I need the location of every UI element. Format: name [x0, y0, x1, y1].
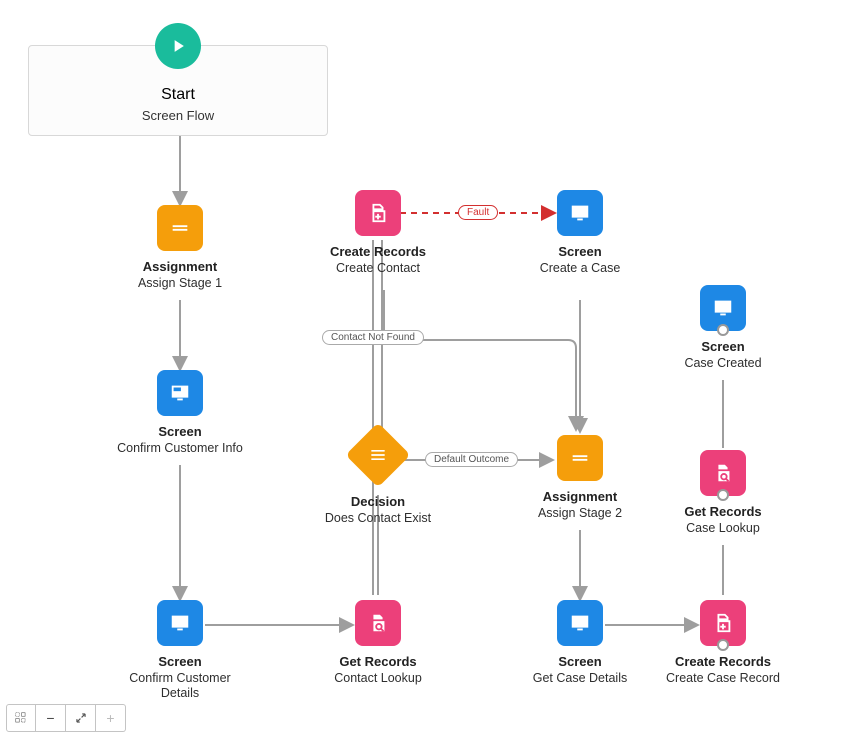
node-subtitle: Create Case Record [658, 671, 788, 686]
node-subtitle: Assign Stage 1 [115, 276, 245, 291]
node-title: Screen [658, 339, 788, 354]
connector-dot[interactable] [717, 489, 729, 501]
screen-icon [157, 370, 203, 416]
node-title: Assignment [115, 259, 245, 274]
flow-canvas[interactable]: Start Screen Flow Assignment Assign Stag… [0, 0, 849, 744]
node-subtitle: Confirm Customer Info [115, 441, 245, 456]
node-subtitle: Contact Lookup [313, 671, 443, 686]
node-title: Screen [115, 654, 245, 669]
node-title: Decision [313, 494, 443, 509]
decision-icon [345, 422, 410, 487]
start-title: Start [37, 86, 319, 104]
fit-icon [74, 711, 88, 725]
node-subtitle: Does Contact Exist [313, 511, 443, 526]
minus-icon: − [46, 710, 54, 726]
start-node[interactable]: Start Screen Flow [28, 45, 328, 136]
node-create-contact[interactable]: Create Records Create Contact [313, 190, 443, 276]
node-screen-get-case[interactable]: Screen Get Case Details [515, 600, 645, 686]
connector-dot[interactable] [717, 639, 729, 651]
node-subtitle: Create Contact [313, 261, 443, 276]
node-title: Screen [515, 654, 645, 669]
node-screen-confirm-details[interactable]: Screen Confirm Customer Details [115, 600, 245, 701]
node-screen-create-case[interactable]: Screen Create a Case [515, 190, 645, 276]
connector-label-default-outcome[interactable]: Default Outcome [425, 452, 518, 467]
screen-icon [557, 190, 603, 236]
connector-label-contact-not-found[interactable]: Contact Not Found [322, 330, 424, 345]
node-title: Get Records [313, 654, 443, 669]
canvas-toolbar: − + [6, 704, 126, 732]
screen-icon [557, 600, 603, 646]
node-subtitle: Case Lookup [658, 521, 788, 536]
node-title: Get Records [658, 504, 788, 519]
select-tool-button[interactable] [6, 704, 36, 732]
zoom-out-button[interactable]: − [36, 704, 66, 732]
node-subtitle: Get Case Details [515, 671, 645, 686]
connector-dot[interactable] [717, 324, 729, 336]
start-subtitle: Screen Flow [37, 108, 319, 123]
fit-to-screen-button[interactable] [66, 704, 96, 732]
assignment-icon [157, 205, 203, 251]
node-subtitle: Create a Case [515, 261, 645, 276]
node-screen-confirm-info[interactable]: Screen Confirm Customer Info [115, 370, 245, 456]
node-subtitle: Assign Stage 2 [515, 506, 645, 521]
node-title: Create Records [313, 244, 443, 259]
get-records-icon [355, 600, 401, 646]
screen-icon [157, 600, 203, 646]
node-title: Create Records [658, 654, 788, 669]
zoom-in-button[interactable]: + [96, 704, 126, 732]
node-title: Assignment [515, 489, 645, 504]
node-get-contact[interactable]: Get Records Contact Lookup [313, 600, 443, 686]
node-title: Screen [115, 424, 245, 439]
plus-icon: + [106, 710, 114, 726]
select-icon [14, 711, 28, 725]
assignment-icon [557, 435, 603, 481]
node-title: Screen [515, 244, 645, 259]
node-subtitle: Confirm Customer Details [115, 671, 245, 701]
connector-label-fault[interactable]: Fault [458, 205, 498, 220]
node-subtitle: Case Created [658, 356, 788, 371]
node-assignment-1[interactable]: Assignment Assign Stage 1 [115, 205, 245, 291]
node-assignment-2[interactable]: Assignment Assign Stage 2 [515, 435, 645, 521]
create-records-icon [355, 190, 401, 236]
start-play-icon [155, 23, 201, 69]
node-decision[interactable]: Decision Does Contact Exist [313, 432, 443, 526]
